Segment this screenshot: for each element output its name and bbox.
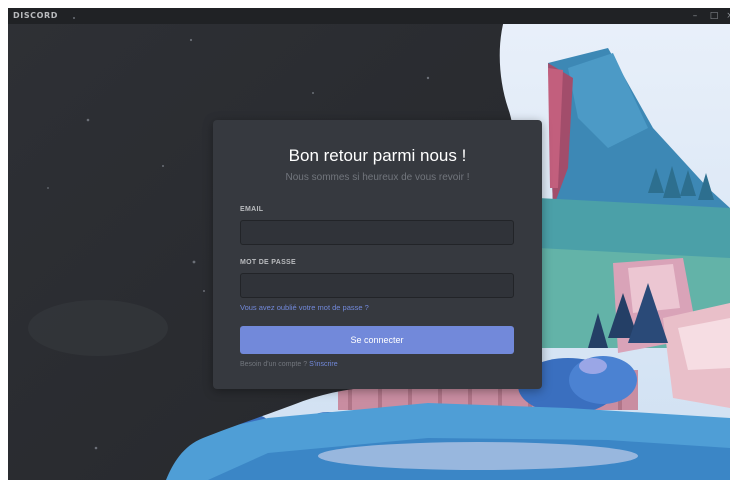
title-bar: DISCORD – □ ×	[8, 8, 730, 24]
email-field[interactable]	[240, 220, 514, 245]
maximize-icon[interactable]: □	[705, 8, 723, 24]
login-title: Bon retour parmi nous !	[288, 146, 467, 165]
login-card: Bon retour parmi nous ! Nous sommes si h…	[213, 120, 542, 389]
register-row: Besoin d'un compte ? S'inscrire	[240, 361, 338, 368]
discord-logo: DISCORD	[13, 11, 59, 20]
register-prompt: Besoin d'un compte ?	[240, 361, 308, 368]
app-window: DISCORD – □ × Bon retour parmi nous ! No…	[8, 8, 730, 480]
email-label: EMAIL	[240, 206, 264, 213]
login-button[interactable]: Se connecter	[240, 326, 514, 354]
forgot-password-link[interactable]: Vous avez oublié votre mot de passe ?	[240, 303, 369, 312]
register-link[interactable]: S'inscrire	[309, 361, 338, 368]
close-icon[interactable]: ×	[724, 8, 730, 24]
login-subtitle: Nous sommes si heureux de vous revoir !	[285, 172, 470, 183]
minimize-icon[interactable]: –	[686, 8, 704, 24]
password-label: MOT DE PASSE	[240, 259, 296, 266]
password-field[interactable]	[240, 273, 514, 298]
